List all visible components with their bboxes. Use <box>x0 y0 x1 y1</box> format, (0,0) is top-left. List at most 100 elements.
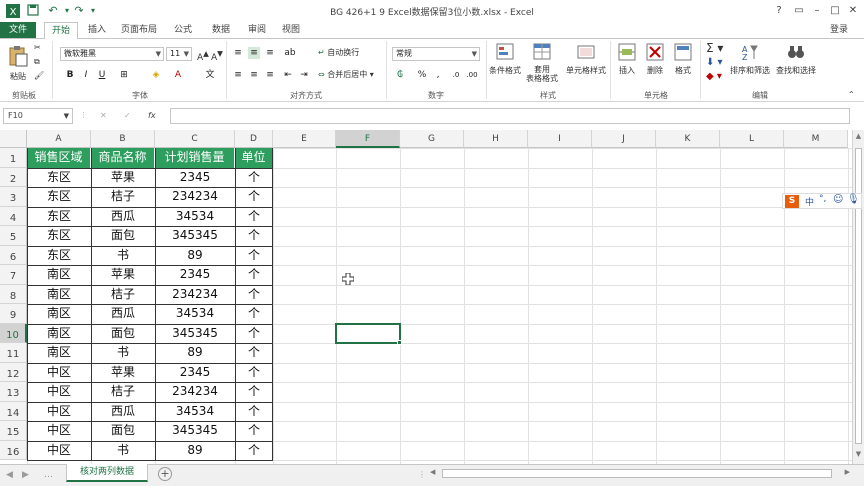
table-cell[interactable]: 中区 <box>27 402 91 422</box>
worksheet-grid[interactable]: A B C D E F G H I J K L M 1 2 3 4 5 6 7 8 9 10 11 12 13 14 15 16 销售区域… <box>0 130 852 464</box>
name-box[interactable]: F10 ▼ <box>3 108 73 124</box>
font-size-combo[interactable]: 11 ▼ <box>166 47 192 61</box>
row-header-8[interactable]: 8 <box>0 284 27 304</box>
number-format-combo[interactable]: 常规 ▼ <box>392 47 480 61</box>
table-cell[interactable]: 中区 <box>27 363 91 383</box>
table-cell[interactable]: 个 <box>235 207 273 227</box>
table-cell[interactable]: 面包 <box>91 421 155 441</box>
close-icon[interactable]: ✕ <box>844 3 862 18</box>
add-sheet-icon[interactable]: + <box>158 467 172 481</box>
table-cell[interactable]: 西瓜 <box>91 304 155 324</box>
table-cell[interactable]: 苹果 <box>91 168 155 188</box>
column-header-k[interactable]: K <box>656 130 720 148</box>
row-header-11[interactable]: 11 <box>0 343 27 363</box>
ime-mode-label[interactable]: 中 <box>805 195 814 208</box>
copy-icon[interactable]: ⧉ <box>34 56 40 68</box>
row-header-16[interactable]: 16 <box>0 440 27 460</box>
cell-styles-button[interactable]: 单元格样式 <box>564 43 608 77</box>
table-cell[interactable]: 89 <box>155 441 235 461</box>
table-cell[interactable]: 345345 <box>155 421 235 441</box>
table-cell[interactable]: 个 <box>235 343 273 363</box>
table-cell[interactable]: 书 <box>91 343 155 363</box>
table-cell[interactable]: 234234 <box>155 285 235 305</box>
scroll-left-icon[interactable]: ◀ <box>430 468 435 476</box>
table-cell[interactable]: 桔子 <box>91 382 155 402</box>
minimize-icon[interactable]: – <box>808 3 826 18</box>
table-cell[interactable]: 个 <box>235 168 273 188</box>
table-cell[interactable]: 345345 <box>155 226 235 246</box>
italic-icon[interactable]: I <box>80 69 92 81</box>
find-select-button[interactable]: 查找和选择 <box>774 43 818 77</box>
cut-icon[interactable]: ✂ <box>34 42 41 54</box>
column-header-e[interactable]: E <box>273 130 336 148</box>
fill-color-icon[interactable]: ◈ <box>150 69 162 81</box>
column-header-d[interactable]: D <box>235 130 273 148</box>
font-name-combo[interactable]: 微软雅黑 ▼ <box>60 47 164 61</box>
column-header-f[interactable]: F <box>336 130 400 148</box>
table-cell[interactable]: 个 <box>235 382 273 402</box>
tab-view[interactable]: 视图 <box>276 22 306 38</box>
table-cell[interactable]: 个 <box>235 421 273 441</box>
login-link[interactable]: 登录 <box>830 22 848 38</box>
table-cell[interactable]: 89 <box>155 246 235 266</box>
align-top-icon[interactable]: ≡ <box>232 47 244 59</box>
currency-icon[interactable]: ₲ <box>394 69 406 81</box>
selected-cell-f10[interactable] <box>335 322 401 344</box>
table-cell[interactable]: 南区 <box>27 265 91 285</box>
table-cell[interactable]: 桔子 <box>91 187 155 207</box>
tab-insert[interactable]: 插入 <box>82 22 112 38</box>
sheet-nav-prev-icon[interactable]: ◀ <box>6 469 13 481</box>
table-cell[interactable]: 苹果 <box>91 265 155 285</box>
increase-font-icon[interactable]: A▲ <box>197 48 209 64</box>
percent-icon[interactable]: % <box>416 69 428 81</box>
punctuation-icon[interactable]: °, <box>819 194 826 204</box>
format-painter-icon[interactable]: 🖌 <box>34 70 44 82</box>
table-cell[interactable]: 南区 <box>27 304 91 324</box>
table-cell[interactable]: 2345 <box>155 168 235 188</box>
table-cell[interactable]: 个 <box>235 324 273 344</box>
sogou-logo-icon[interactable]: S <box>785 195 799 208</box>
table-cell[interactable]: 34534 <box>155 304 235 324</box>
tab-file[interactable]: 文件 <box>0 22 36 38</box>
column-header-m[interactable]: M <box>784 130 848 148</box>
table-cell[interactable]: 个 <box>235 402 273 422</box>
tab-review[interactable]: 审阅 <box>242 22 272 38</box>
row-header-5[interactable]: 5 <box>0 226 27 246</box>
align-left-icon[interactable]: ≡ <box>232 69 244 81</box>
table-cell[interactable]: 西瓜 <box>91 207 155 227</box>
align-center-icon[interactable]: ≡ <box>248 69 260 81</box>
table-cell[interactable]: 中区 <box>27 421 91 441</box>
tab-page-layout[interactable]: 页面布局 <box>116 22 162 38</box>
bold-icon[interactable]: B <box>64 69 76 81</box>
clear-icon[interactable]: ◆ ▾ <box>706 71 722 83</box>
column-header-c[interactable]: C <box>155 130 235 148</box>
table-cell[interactable]: 2345 <box>155 363 235 383</box>
format-as-table-button[interactable]: 套用 表格格式 <box>522 43 562 83</box>
table-cell[interactable]: 个 <box>235 246 273 266</box>
row-header-6[interactable]: 6 <box>0 245 27 265</box>
table-cell[interactable]: 89 <box>155 343 235 363</box>
column-header-b[interactable]: B <box>91 130 155 148</box>
decrease-indent-icon[interactable]: ⇤ <box>282 69 294 81</box>
table-cell[interactable]: 南区 <box>27 285 91 305</box>
formula-input[interactable] <box>170 108 850 124</box>
autosum-icon[interactable]: Σ ▾ <box>706 42 723 54</box>
decrease-font-icon[interactable]: A▼ <box>211 48 223 64</box>
table-cell[interactable]: 东区 <box>27 168 91 188</box>
column-header-h[interactable]: H <box>464 130 528 148</box>
table-cell[interactable]: 中区 <box>27 382 91 402</box>
table-cell[interactable]: 面包 <box>91 226 155 246</box>
column-header-a[interactable]: A <box>27 130 91 148</box>
table-cell[interactable]: 个 <box>235 226 273 246</box>
font-color-icon[interactable]: A <box>172 69 184 81</box>
table-cell[interactable]: 桔子 <box>91 285 155 305</box>
scroll-down-icon[interactable]: ▼ <box>854 450 863 460</box>
tab-data[interactable]: 数据 <box>204 22 238 38</box>
table-cell[interactable]: 苹果 <box>91 363 155 383</box>
delete-cells-button[interactable]: 删除 <box>642 43 668 77</box>
paste-button[interactable]: 粘贴 <box>4 45 32 83</box>
column-header-i[interactable]: I <box>528 130 592 148</box>
row-header-7[interactable]: 7 <box>0 265 27 285</box>
align-right-icon[interactable]: ≡ <box>264 69 276 81</box>
table-cell[interactable]: 34534 <box>155 207 235 227</box>
